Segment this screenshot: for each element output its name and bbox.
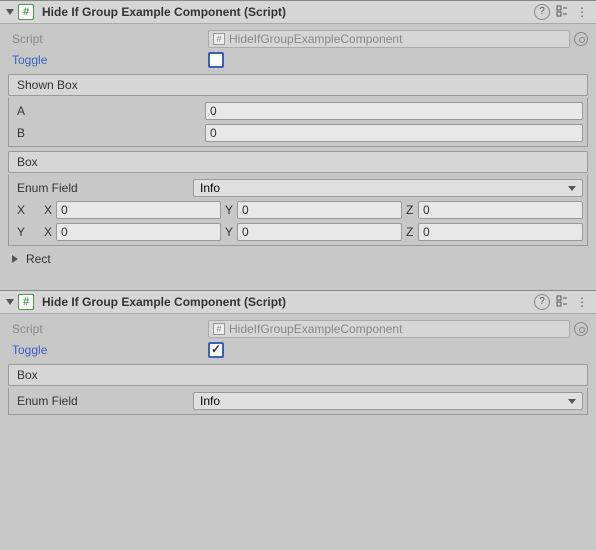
component-title: Hide If Group Example Component (Script) [42, 295, 530, 309]
component-body: Script # HideIfGroupExampleComponent Tog… [0, 314, 596, 427]
script-icon: # [18, 4, 34, 20]
script-name: HideIfGroupExampleComponent [229, 32, 402, 46]
enum-value: Info [200, 181, 220, 195]
chevron-down-icon [568, 399, 576, 404]
box-body: Enum Field Info X X Y Z Y X Y [8, 175, 588, 246]
b-label: B [13, 126, 205, 140]
component-title: Hide If Group Example Component (Script) [42, 5, 530, 19]
vec-z-label: Z [406, 225, 416, 239]
vec-y-label: Y [225, 225, 235, 239]
menu-icon[interactable]: ⋮ [574, 294, 590, 310]
y-z-input[interactable] [418, 223, 583, 241]
enum-dropdown[interactable]: Info [193, 179, 583, 197]
script-mini-icon: # [213, 323, 225, 335]
object-picker-icon[interactable] [574, 32, 588, 46]
component-2: # Hide If Group Example Component (Scrip… [0, 290, 596, 427]
component-header[interactable]: # Hide If Group Example Component (Scrip… [0, 291, 596, 314]
foldout-icon[interactable] [6, 9, 14, 15]
box-body: Enum Field Info [8, 388, 588, 415]
toggle-checkbox[interactable] [208, 52, 224, 68]
preset-icon[interactable] [554, 294, 570, 310]
toggle-label: Toggle [8, 53, 208, 67]
menu-icon[interactable]: ⋮ [574, 4, 590, 20]
foldout-icon[interactable] [6, 299, 14, 305]
b-input[interactable] [205, 124, 583, 142]
x-x-input[interactable] [56, 201, 221, 219]
help-icon[interactable]: ? [534, 4, 550, 20]
component-header[interactable]: # Hide If Group Example Component (Scrip… [0, 1, 596, 24]
y-x-input[interactable] [56, 223, 221, 241]
enum-value: Info [200, 394, 220, 408]
y-row-label: Y [13, 225, 44, 239]
help-icon[interactable]: ? [534, 294, 550, 310]
rect-foldout[interactable]: Rect [8, 250, 588, 268]
foldout-closed-icon [12, 255, 18, 263]
shown-box-body: A B [8, 98, 588, 147]
enum-label: Enum Field [13, 394, 193, 408]
vec-x-label: X [44, 203, 54, 217]
chevron-down-icon [568, 186, 576, 191]
vec-z-label: Z [406, 203, 416, 217]
gap [0, 276, 596, 290]
script-reference: # HideIfGroupExampleComponent [208, 320, 570, 338]
vec-y-label: Y [225, 203, 235, 217]
component-1: # Hide If Group Example Component (Scrip… [0, 0, 596, 276]
script-name: HideIfGroupExampleComponent [229, 322, 402, 336]
script-icon: # [18, 294, 34, 310]
rect-label: Rect [26, 252, 51, 266]
a-input[interactable] [205, 102, 583, 120]
script-label: Script [8, 322, 208, 336]
vec-x-label: X [44, 225, 54, 239]
preset-icon[interactable] [554, 4, 570, 20]
shown-box-header: Shown Box [8, 74, 588, 96]
enum-dropdown[interactable]: Info [193, 392, 583, 410]
box-header: Box [8, 151, 588, 173]
x-y-input[interactable] [237, 201, 402, 219]
script-label: Script [8, 32, 208, 46]
a-label: A [13, 104, 205, 118]
box-header: Box [8, 364, 588, 386]
enum-label: Enum Field [13, 181, 193, 195]
script-reference: # HideIfGroupExampleComponent [208, 30, 570, 48]
x-row-label: X [13, 203, 44, 217]
component-body: Script # HideIfGroupExampleComponent Tog… [0, 24, 596, 276]
object-picker-icon[interactable] [574, 322, 588, 336]
toggle-checkbox[interactable] [208, 342, 224, 358]
script-mini-icon: # [213, 33, 225, 45]
x-z-input[interactable] [418, 201, 583, 219]
y-y-input[interactable] [237, 223, 402, 241]
toggle-label: Toggle [8, 343, 208, 357]
